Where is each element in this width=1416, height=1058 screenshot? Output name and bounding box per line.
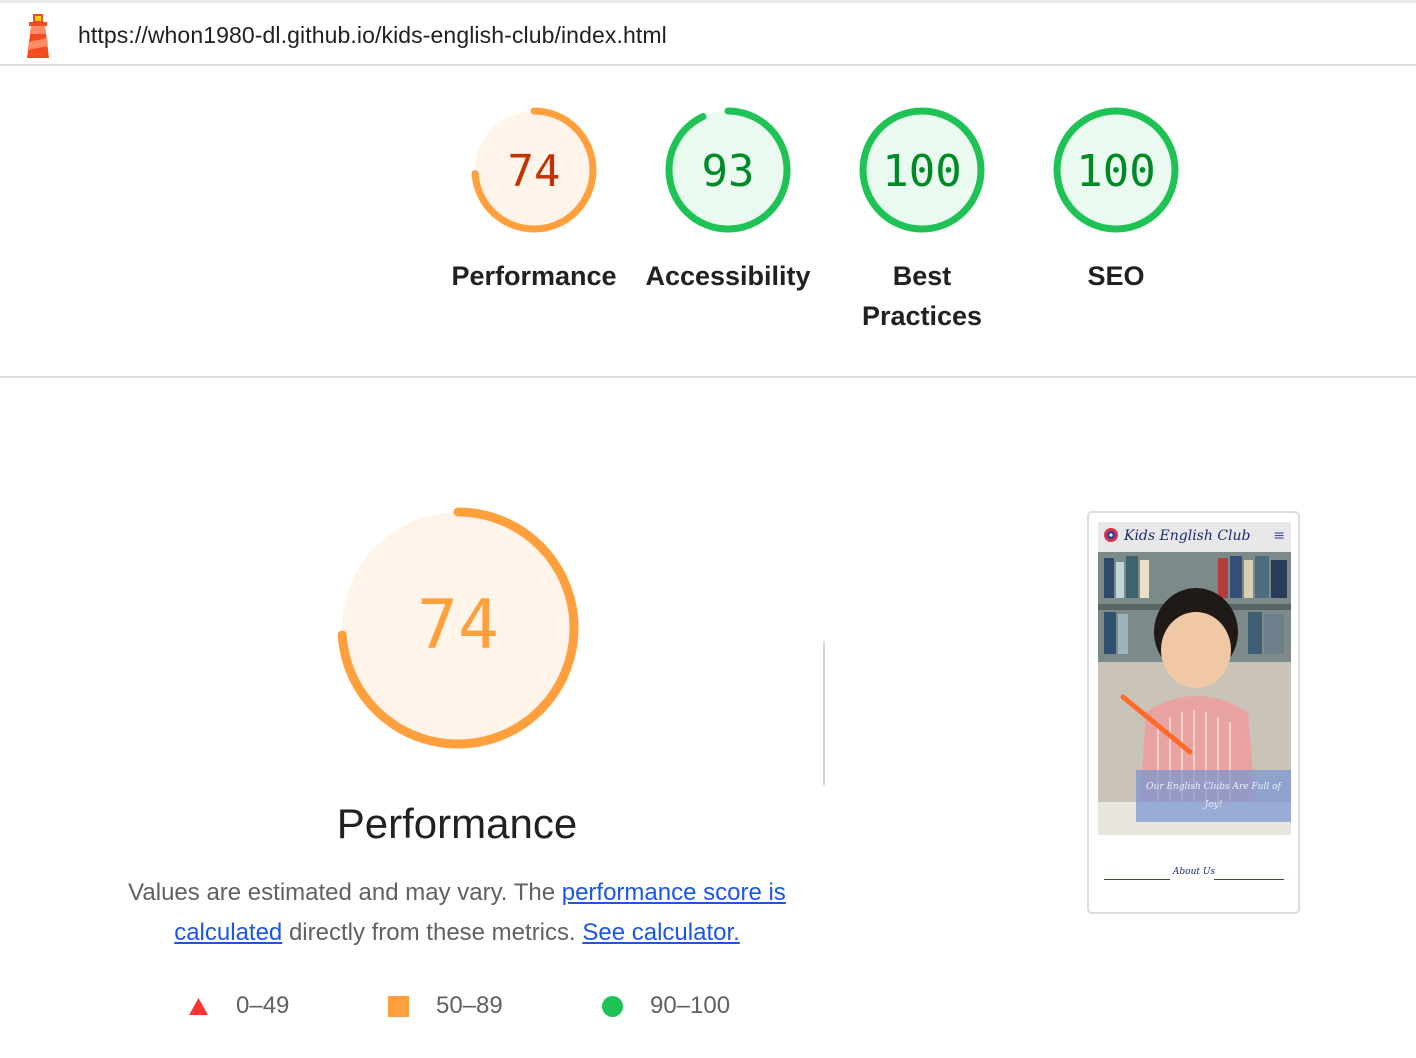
- orange-square-icon: [388, 995, 409, 1017]
- legend-label-pass: 90–100: [650, 992, 731, 1019]
- footer-line-left: [1104, 879, 1170, 880]
- legend-item-pass: 90–100: [602, 988, 730, 1024]
- see-calculator-link[interactable]: See calculator.: [582, 919, 739, 946]
- gauge-accessibility-dial: 93: [665, 107, 791, 233]
- red-triangle-icon: [189, 997, 208, 1015]
- site-logo-icon: [1104, 528, 1118, 542]
- performance-title: Performance: [336, 800, 578, 847]
- final-screenshot-thumbnail[interactable]: Kids English Club ≡ Our English Clubs Ar…: [1087, 511, 1300, 914]
- score-legend: 0–49 50–89 90–100: [0, 988, 1416, 1024]
- gauge-performance[interactable]: 74 Performance: [444, 104, 624, 296]
- legend-label-average: 50–89: [436, 992, 503, 1019]
- screenshot-footer: About Us: [1098, 835, 1291, 895]
- gauge-best-practices-label: Best Practices: [861, 261, 983, 331]
- performance-gauge-large: 74: [337, 507, 579, 749]
- report-url[interactable]: https://whon1980-dl.github.io/kids-engli…: [78, 22, 667, 49]
- legend-item-average: 50–89: [388, 988, 503, 1024]
- screenshot-header: Kids English Club ≡: [1098, 522, 1291, 552]
- screenshot-page: Kids English Club ≡ Our English Clubs Ar…: [1098, 522, 1291, 895]
- gauge-performance-dial: 74: [471, 107, 597, 233]
- gauge-seo[interactable]: 100 SEO: [1026, 104, 1206, 296]
- legend-item-fail: 0–49: [188, 988, 289, 1024]
- gauge-performance-label: Performance: [451, 261, 617, 291]
- screenshot-site-title: Kids English Club: [1124, 528, 1251, 544]
- gauge-accessibility-score: 93: [702, 146, 755, 197]
- performance-desc-middle: directly from these metrics.: [282, 919, 583, 946]
- screenshot-hero-caption: Our English Clubs Are Full of Joy!: [1136, 770, 1291, 822]
- vertical-separator: [823, 641, 825, 785]
- performance-description: Values are estimated and may vary. The p…: [120, 873, 794, 953]
- hamburger-menu-icon: ≡: [1273, 528, 1285, 544]
- section-divider: [0, 376, 1416, 378]
- gauge-seo-label: SEO: [1087, 261, 1145, 291]
- footer-line-right: [1214, 879, 1284, 880]
- gauge-performance-score: 74: [508, 146, 561, 197]
- lighthouse-logo-icon: [27, 14, 49, 58]
- gauge-accessibility[interactable]: 93 Accessibility: [638, 104, 818, 296]
- gauge-seo-dial: 100: [1053, 107, 1179, 233]
- gauge-accessibility-label: Accessibility: [645, 261, 811, 291]
- gauge-best-practices-score: 100: [882, 146, 961, 197]
- gauge-summary: 74 Performance 93 Accessibility 100 Best…: [0, 66, 1416, 376]
- performance-score-large: 74: [417, 586, 499, 665]
- report-url-bar: https://whon1980-dl.github.io/kids-engli…: [0, 3, 1416, 66]
- performance-desc-prefix: Values are estimated and may vary. The: [128, 879, 562, 906]
- screenshot-hero-image: Our English Clubs Are Full of Joy!: [1098, 552, 1291, 835]
- legend-label-fail: 0–49: [236, 992, 290, 1019]
- gauge-seo-score: 100: [1076, 146, 1155, 197]
- gauge-best-practices-dial: 100: [859, 107, 985, 233]
- screenshot-about-heading: About Us: [1172, 867, 1216, 877]
- gauge-best-practices[interactable]: 100 Best Practices: [832, 104, 1012, 336]
- green-circle-icon: [602, 995, 623, 1017]
